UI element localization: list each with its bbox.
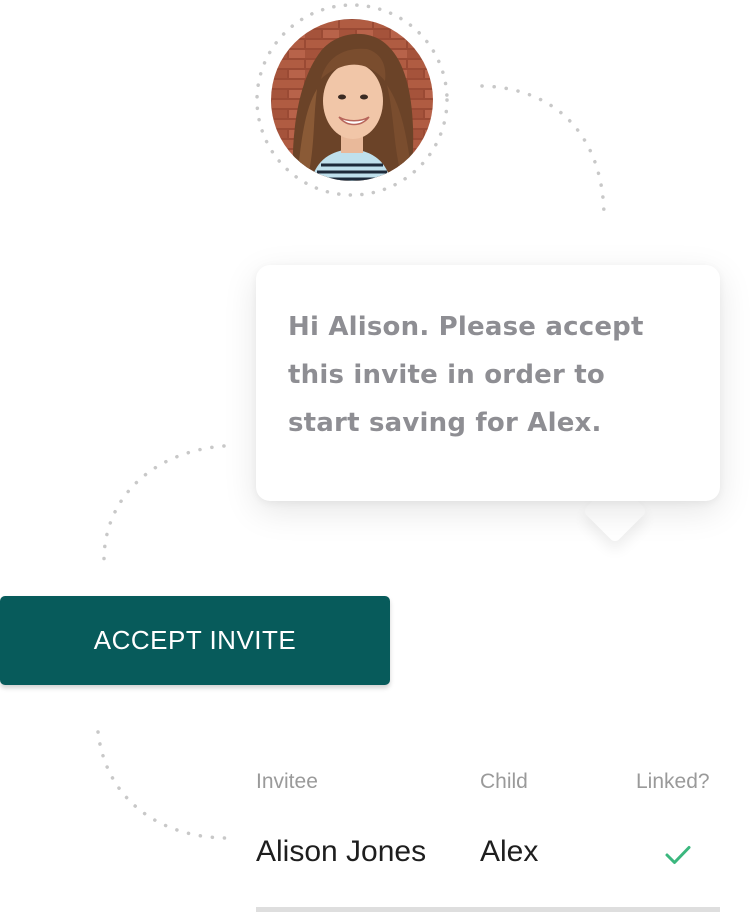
checkmark-icon [665, 846, 691, 864]
dotted-arc-bottom-left [96, 730, 230, 840]
accept-invite-button[interactable]: ACCEPT INVITE [0, 596, 390, 685]
column-header-linked: Linked? [636, 770, 710, 793]
invite-message-line-2: this invite in order to [288, 360, 605, 390]
invitee-name: Alison Jones [256, 835, 427, 868]
avatar-photo [271, 19, 433, 181]
invite-message: Hi Alison. Please accept this invite in … [288, 303, 690, 447]
column-header-child: Child [480, 770, 528, 793]
child-name: Alex [480, 835, 539, 868]
dotted-arc-middle-left [102, 444, 226, 562]
column-header-invitee: Invitee [256, 770, 318, 793]
dotted-arc-top-right [480, 84, 606, 220]
row-divider [256, 907, 720, 912]
avatar [271, 19, 433, 181]
speech-bubble: Hi Alison. Please accept this invite in … [256, 265, 720, 501]
avatar-container [254, 2, 450, 198]
invite-message-line-3: start saving for Alex. [288, 408, 602, 438]
invite-message-line-1: Hi Alison. Please accept [288, 312, 644, 342]
